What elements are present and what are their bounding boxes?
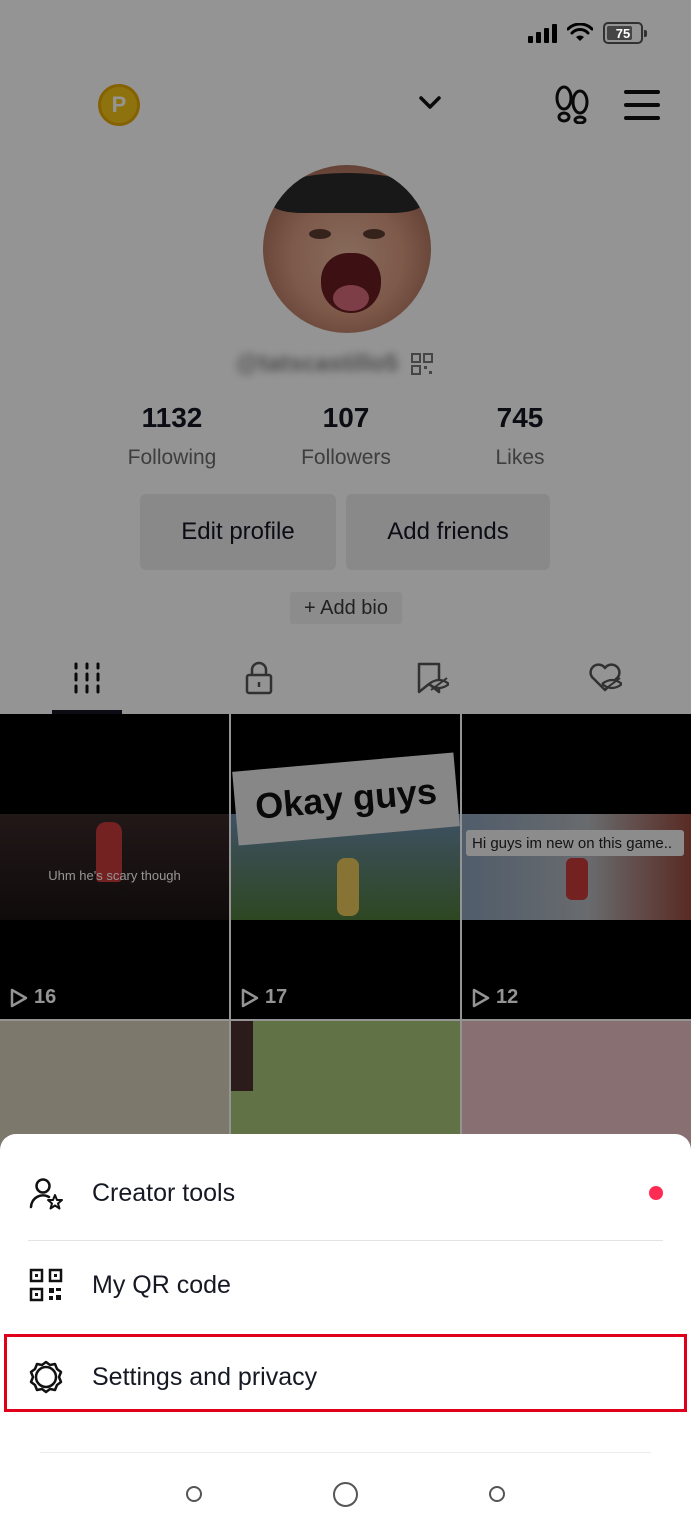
menu-item-label: Creator tools — [92, 1178, 236, 1207]
bottom-sheet-menu: Creator tools My QR code Settings and pr… — [0, 1134, 691, 1536]
notification-dot — [649, 1186, 663, 1200]
divider — [28, 1240, 663, 1241]
menu-item-label: My QR code — [92, 1270, 231, 1299]
battery-level: 75 — [615, 25, 631, 41]
menu-item-creator-tools[interactable]: Creator tools — [0, 1150, 691, 1236]
back-button[interactable] — [489, 1486, 505, 1502]
qr-code-icon — [29, 1268, 63, 1302]
profile-screen: 75 P @tatscastillo5 1132 Following 107 F… — [0, 0, 691, 1536]
creator-tools-icon — [29, 1178, 63, 1210]
recent-apps-button[interactable] — [186, 1486, 202, 1502]
highlight-box — [4, 1334, 687, 1412]
menu-item-my-qr-code[interactable]: My QR code — [0, 1242, 691, 1328]
system-navigation-bar — [0, 1452, 691, 1536]
home-button[interactable] — [333, 1482, 358, 1507]
divider — [40, 1452, 651, 1453]
